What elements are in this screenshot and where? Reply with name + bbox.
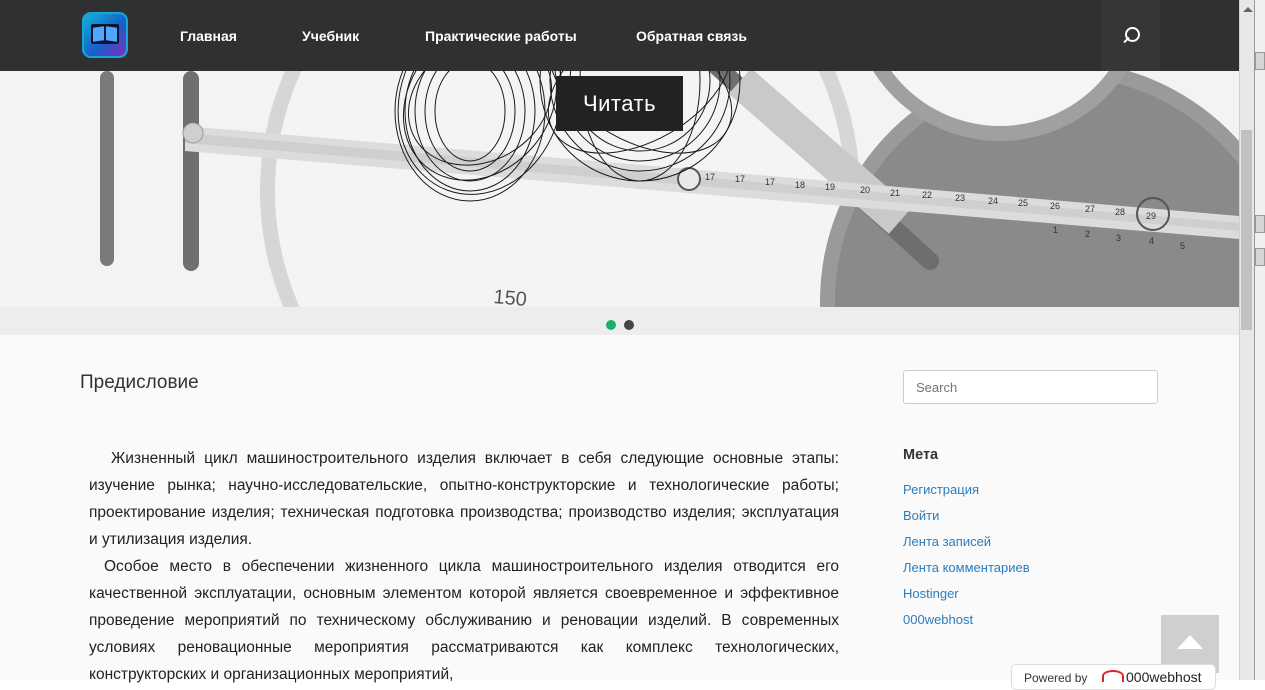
- svg-text:26: 26: [1050, 201, 1060, 211]
- svg-text:28: 28: [1115, 207, 1125, 217]
- svg-text:22: 22: [922, 190, 932, 200]
- slider-dot-1[interactable]: [606, 320, 616, 330]
- meta-links: Регистрация Войти Лента записей Лента ко…: [903, 482, 1030, 638]
- search-toggle-button[interactable]: [1101, 0, 1160, 71]
- scrollbar-thumb[interactable]: [1241, 130, 1252, 330]
- sidebar-search-input[interactable]: [903, 370, 1158, 404]
- slider-dot-2[interactable]: [624, 320, 634, 330]
- svg-text:27: 27: [1085, 204, 1095, 214]
- powered-by-label: Powered by: [1024, 671, 1088, 685]
- hero-slider: 17 17 17 18 19 20 21 22 23 24 25 26 27 28 29 123 4…: [0, 71, 1239, 307]
- meta-link-hostinger[interactable]: Hostinger: [903, 586, 1030, 612]
- powered-by-badge[interactable]: Powered by 000webhost: [1011, 664, 1216, 690]
- arrow-up-icon: [1177, 635, 1203, 649]
- svg-text:3: 3: [1116, 233, 1121, 243]
- nav-item-textbook[interactable]: Учебник: [302, 28, 359, 44]
- slider-pagination: [0, 307, 1239, 335]
- svg-text:18: 18: [795, 180, 805, 190]
- meta-link-login[interactable]: Войти: [903, 508, 1030, 534]
- webhost-logo-icon: [1102, 670, 1124, 682]
- page-scrollbar[interactable]: [1239, 0, 1255, 680]
- svg-text:17: 17: [735, 174, 745, 184]
- nav-item-home[interactable]: Главная: [180, 28, 237, 44]
- svg-text:23: 23: [955, 193, 965, 203]
- svg-text:2: 2: [1085, 229, 1090, 239]
- powered-by-brand: 000webhost: [1126, 669, 1202, 685]
- main-content: Предисловие Жизненный цикл машиностроите…: [0, 335, 1239, 683]
- scroll-up-icon[interactable]: [1243, 4, 1253, 14]
- book-icon: [91, 24, 119, 44]
- svg-text:4: 4: [1149, 236, 1154, 246]
- nav-item-feedback[interactable]: Обратная связь: [636, 28, 747, 44]
- meta-link-entries-feed[interactable]: Лента записей: [903, 534, 1030, 560]
- svg-text:17: 17: [765, 177, 775, 187]
- paragraph: Жизненный цикл машиностроительного издел…: [89, 450, 839, 548]
- nav-item-practical-works[interactable]: Практические работы: [425, 28, 577, 44]
- svg-text:19: 19: [825, 182, 835, 192]
- read-button[interactable]: Читать: [556, 76, 683, 131]
- meta-link-comments-feed[interactable]: Лента комментариев: [903, 560, 1030, 586]
- svg-text:25: 25: [1018, 198, 1028, 208]
- paragraph: Особое место в обеспечении жизненного ци…: [89, 558, 839, 683]
- svg-text:24: 24: [988, 196, 998, 206]
- post-body: Жизненный цикл машиностроительного издел…: [89, 445, 839, 688]
- dial-number: 150: [493, 286, 528, 307]
- meta-link-000webhost[interactable]: 000webhost: [903, 612, 1030, 638]
- meta-link-register[interactable]: Регистрация: [903, 482, 1030, 508]
- svg-text:29: 29: [1146, 211, 1156, 221]
- meta-heading: Мета: [903, 447, 939, 463]
- svg-text:5: 5: [1180, 241, 1185, 251]
- top-navigation-bar: Главная Учебник Практические работы Обра…: [0, 0, 1239, 71]
- svg-text:21: 21: [890, 188, 900, 198]
- svg-text:20: 20: [860, 185, 870, 195]
- site-logo[interactable]: [82, 12, 128, 58]
- post-title: Предисловие: [80, 372, 199, 393]
- svg-text:1: 1: [1053, 225, 1058, 235]
- svg-text:17: 17: [705, 172, 715, 182]
- window-edge-scrollbar: [1254, 0, 1265, 680]
